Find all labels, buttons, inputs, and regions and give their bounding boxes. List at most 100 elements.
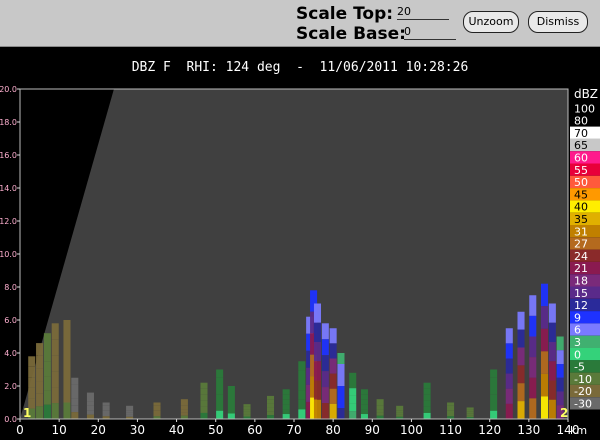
echo-cell <box>200 382 208 389</box>
echo-cell <box>227 408 235 414</box>
echo-cell <box>298 399 306 410</box>
echo-cell <box>517 365 525 384</box>
scale-top-input[interactable]: 20 <box>397 5 449 20</box>
colorbar-label: -5 <box>574 361 585 374</box>
echo-cell <box>71 405 79 413</box>
x-tick-label: 110 <box>439 423 462 437</box>
echo-cell <box>376 402 384 406</box>
scale-base-input[interactable]: 0 <box>404 25 456 40</box>
echo-cell <box>396 414 404 417</box>
echo-cell <box>321 339 329 356</box>
echo-cell <box>126 410 134 413</box>
echo-cell <box>540 373 549 397</box>
echo-cell <box>466 415 474 418</box>
start-marker: 1 <box>23 406 31 420</box>
echo-cell <box>180 405 188 410</box>
colorbar-label: 6 <box>574 324 581 337</box>
echo-cell <box>51 323 59 340</box>
echo-cell <box>266 399 275 404</box>
unzoom-button[interactable]: Unzoom <box>463 11 519 33</box>
echo-cell <box>466 407 474 410</box>
echo-cell <box>556 350 564 364</box>
echo-cell <box>227 391 235 397</box>
echo-cell <box>548 361 556 381</box>
echo-cell <box>200 406 208 413</box>
echo-cell <box>71 412 79 419</box>
colorbar-label: 21 <box>574 262 588 275</box>
echo-cell <box>43 376 51 391</box>
echo-cell <box>313 342 322 362</box>
echo-cell <box>517 311 525 330</box>
colorbar-label: -20 <box>574 385 592 398</box>
echo-cell <box>556 377 564 392</box>
echo-cell <box>102 410 110 414</box>
colorbar-label: 3 <box>574 336 581 349</box>
scale-base-label: Scale Base: <box>296 24 406 44</box>
echo-cell <box>423 394 431 401</box>
plot-title: DBZ F RHI: 124 deg - 11/06/2011 10:28:26 <box>131 60 469 75</box>
echo-cell <box>153 405 161 408</box>
echo-cell <box>529 336 537 358</box>
echo-cell <box>321 371 329 388</box>
echo-cell <box>200 400 208 407</box>
echo-cell <box>360 414 368 419</box>
echo-cell <box>376 412 384 416</box>
echo-cell <box>153 410 161 414</box>
echo-cell <box>556 391 564 406</box>
colorbar-label: 0 <box>574 348 581 361</box>
echo-cell <box>529 295 537 316</box>
echo-cell <box>337 375 345 386</box>
echo-cell <box>529 357 537 378</box>
echo-cell <box>490 394 498 403</box>
colorbar-label: 12 <box>574 299 588 312</box>
echo-cell <box>490 410 498 419</box>
echo-cell <box>313 303 322 323</box>
echo-cell <box>517 347 525 366</box>
echo-cell <box>376 399 384 403</box>
echo-cell <box>153 402 161 406</box>
rhi-plot[interactable]: 0.0 2.0 4.0 6.0 8.0 10.0 12.0 14.0 16.0 18.0 20.0 0… <box>0 78 600 440</box>
colorbar-label: 60 <box>574 152 588 165</box>
colorbar-label: -30 <box>574 398 592 411</box>
echo-cell <box>51 387 59 404</box>
echo-cell <box>423 406 431 413</box>
echo-cell <box>423 382 431 389</box>
echo-cell <box>466 409 474 412</box>
echo-cell <box>216 386 224 395</box>
echo-cell <box>102 405 110 408</box>
echo-cell <box>266 407 275 412</box>
echo-cell <box>447 405 455 408</box>
echo-cell <box>396 405 404 408</box>
x-tick-label: 100 <box>400 423 423 437</box>
y-tick-label: 18.0 <box>0 118 17 127</box>
x-tick-label: 30 <box>130 423 145 437</box>
echo-cell <box>180 409 188 413</box>
echo-cell <box>329 388 337 404</box>
echo-cell <box>349 395 357 404</box>
echo-cell <box>43 404 51 419</box>
echo-cell <box>329 373 337 389</box>
echo-cell <box>329 328 337 344</box>
echo-cell <box>548 303 556 323</box>
echo-cell <box>102 402 110 406</box>
echo-cell <box>529 315 537 337</box>
colorbar-label: 27 <box>574 238 588 251</box>
y-tick-label: 12.0 <box>0 217 17 226</box>
echo-cell <box>36 368 44 382</box>
echo-cell <box>490 386 498 395</box>
echo-cell <box>556 336 564 351</box>
echo-cell <box>86 405 94 411</box>
echo-cell <box>349 403 357 412</box>
echo-cell <box>540 396 549 419</box>
y-tick-label: 10.0 <box>0 250 17 259</box>
echo-cell <box>313 361 322 381</box>
echo-cell <box>329 403 337 419</box>
dismiss-button[interactable]: Dismiss <box>528 11 588 33</box>
echo-cell <box>349 372 357 381</box>
colorbar-label: 35 <box>574 213 588 226</box>
echo-cell <box>227 386 235 392</box>
x-tick-label: 90 <box>365 423 380 437</box>
plot-area[interactable] <box>20 89 568 419</box>
echo-cell <box>266 403 275 408</box>
echo-cell <box>227 397 235 403</box>
